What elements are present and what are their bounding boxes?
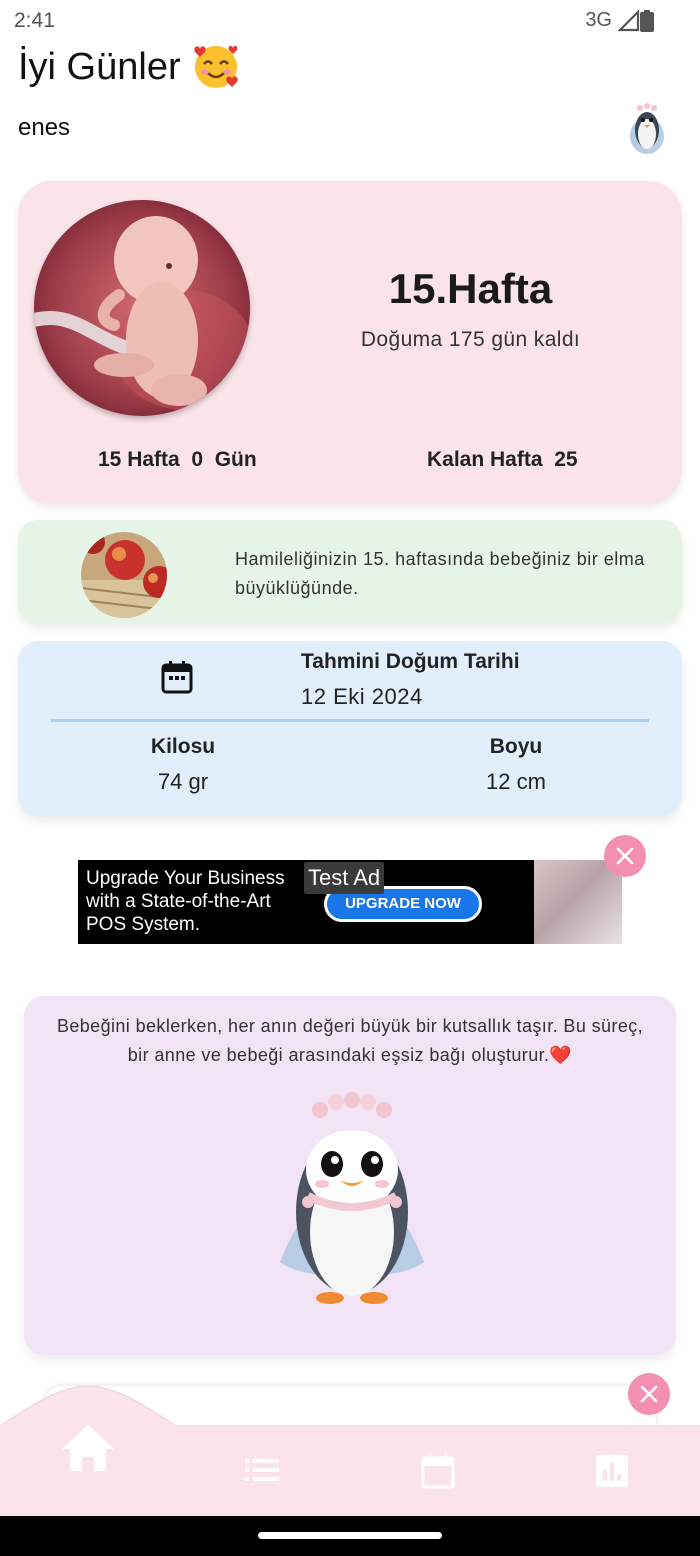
- nav-list[interactable]: [238, 1450, 286, 1490]
- calendar-icon: [421, 1453, 455, 1489]
- quote-text: Bebeğini beklerken, her anın değeri büyü…: [56, 1016, 644, 1065]
- bottom-navigation: [0, 1384, 700, 1516]
- due-date-value: 12 Eki 2024: [301, 684, 423, 709]
- nav-calendar[interactable]: [414, 1448, 462, 1494]
- close-icon: [616, 847, 634, 865]
- system-navigation-bar: [0, 1516, 700, 1556]
- divider: [51, 719, 649, 722]
- signal-icon: [618, 9, 640, 31]
- penguin-avatar-icon[interactable]: [622, 100, 672, 158]
- fetus-illustration: [34, 200, 250, 416]
- length-label: Boyu: [489, 735, 543, 758]
- list-icon: [245, 1459, 279, 1481]
- ad-banner[interactable]: Upgrade Your Business with a State-of-th…: [78, 860, 622, 944]
- home-indicator[interactable]: [258, 1532, 442, 1539]
- penguin-mascot-image: [280, 1092, 424, 1304]
- calendar-icon: [161, 661, 193, 694]
- home-icon: [62, 1425, 114, 1471]
- due-date-card[interactable]: Tahmini Doğum Tarihi 12 Eki 2024 Kilosu …: [18, 641, 682, 816]
- greeting-text: İyi Günler: [18, 45, 181, 88]
- elapsed-weeks-days: 15 Hafta 0 Gün: [98, 448, 257, 471]
- nav-home[interactable]: [56, 1416, 120, 1480]
- ad-photo: [534, 860, 622, 944]
- status-bar: 2:41 3G: [0, 0, 700, 40]
- baby-size-text: Hamileliğinizin 15. haftasında bebeğiniz…: [235, 549, 645, 598]
- network-type: 3G: [585, 9, 612, 31]
- greeting-heading: İyi Günler: [18, 42, 241, 92]
- weight-label: Kilosu: [150, 735, 216, 758]
- remaining-weeks: Kalan Hafta 25: [427, 448, 578, 471]
- weight-value: 74 gr: [157, 769, 209, 794]
- smiling-face-with-hearts-icon: [193, 45, 238, 88]
- battery-icon: [640, 10, 654, 32]
- ad-copy: Upgrade Your Business with a State-of-th…: [86, 868, 285, 935]
- baby-size-card[interactable]: Hamileliğinizin 15. haftasında bebeğiniz…: [18, 520, 682, 623]
- due-date-title: Tahmini Doğum Tarihi: [301, 650, 520, 673]
- days-left-text: Doğuma 175 gün kaldı: [360, 328, 581, 351]
- status-time: 2:41: [14, 9, 55, 32]
- apple-image: [81, 532, 167, 618]
- status-indicators: 3G: [585, 9, 640, 32]
- username: enes: [18, 114, 71, 141]
- week-title: 15.Hafta: [388, 265, 553, 312]
- test-ad-badge: Test Ad: [304, 862, 385, 894]
- chart-icon: [596, 1455, 628, 1487]
- close-ad-button[interactable]: [604, 835, 646, 877]
- app-screen: 2:41 3G İyi Günler enes 15.Hafta Doğuma …: [0, 0, 700, 1556]
- quote-card[interactable]: Bebeğini beklerken, her anın değeri büyü…: [24, 996, 676, 1355]
- pregnancy-week-card[interactable]: 15.Hafta Doğuma 175 gün kaldı 15 Hafta 0…: [18, 181, 682, 504]
- nav-stats[interactable]: [590, 1450, 634, 1492]
- length-value: 12 cm: [486, 769, 546, 794]
